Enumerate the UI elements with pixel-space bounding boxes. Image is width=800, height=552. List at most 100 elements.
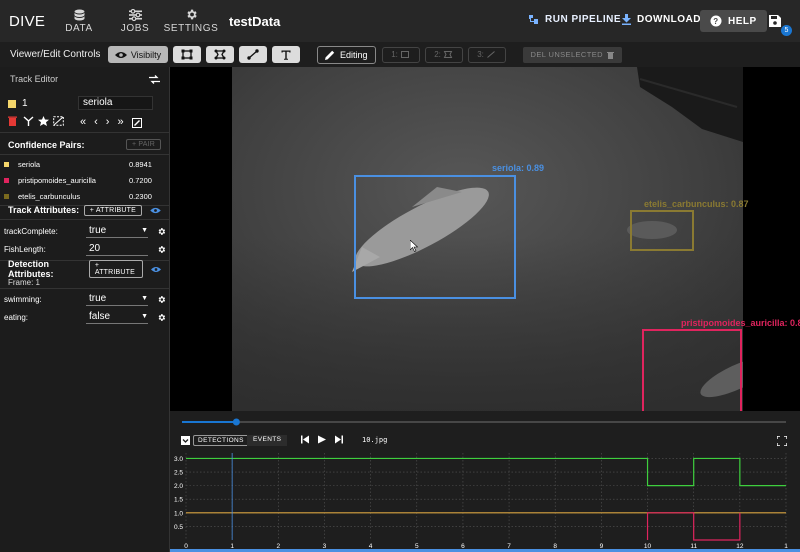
detection-attr-name: eating: — [4, 312, 29, 322]
frame-indicator: Frame: 1 — [8, 278, 41, 287]
first-frame-icon[interactable]: « — [80, 116, 86, 128]
text-icon — [281, 50, 291, 60]
y-tick-label: 1.5 — [174, 497, 183, 504]
download-icon — [622, 14, 631, 25]
gear-icon — [186, 9, 197, 20]
x-tick-label: 6 — [461, 543, 465, 550]
fish-length-input[interactable]: 20 — [86, 242, 148, 256]
nav-jobs-label: JOBS — [120, 22, 150, 34]
pair-name: etelis_carbunculus — [18, 191, 81, 201]
mouse-cursor-icon — [410, 240, 419, 252]
pair-color-swatch — [4, 177, 9, 183]
skip-back-icon[interactable] — [301, 435, 309, 444]
mode-line-button[interactable]: 3: — [467, 46, 506, 63]
nav-settings-button[interactable]: SETTINGS — [163, 0, 219, 42]
track-id: 1 — [22, 98, 28, 109]
last-frame-icon[interactable]: » — [117, 116, 123, 128]
trash-icon — [606, 51, 614, 59]
eye-icon[interactable] — [150, 207, 161, 214]
toggle-polygon-button[interactable] — [206, 46, 234, 63]
track-editor-title: Track Editor — [10, 74, 59, 84]
nav-data-button[interactable]: DATA — [51, 0, 107, 42]
play-icon[interactable] — [318, 435, 326, 444]
confidence-pair-row[interactable]: seriola 0.8941 — [4, 157, 154, 171]
detection-box-pristipomoides[interactable] — [642, 329, 742, 411]
frame-slider[interactable] — [170, 411, 800, 431]
eye-icon[interactable] — [150, 266, 162, 273]
collapse-timeline-icon[interactable] — [181, 436, 190, 445]
previous-frame-icon[interactable]: ‹ — [94, 116, 98, 128]
help-button[interactable]: ? HELP — [700, 10, 767, 32]
line-icon — [487, 51, 495, 58]
track-editor-panel: Track Editor 1 seriola « ‹ › » Confidenc… — [0, 67, 170, 552]
nav-jobs-button[interactable]: JOBS — [107, 0, 163, 42]
track-type-input[interactable]: seriola — [78, 96, 153, 110]
x-tick-label: 8 — [553, 543, 557, 550]
x-tick-label: 9 — [600, 543, 604, 550]
gear-icon[interactable] — [157, 245, 166, 254]
split-icon[interactable] — [23, 116, 34, 126]
dive-app: DIVE DATA JOBS SETTINGS testData RUN PIP… — [0, 0, 800, 552]
nav-data-label: DATA — [65, 22, 93, 34]
editing-toggle-button[interactable]: Editing — [317, 45, 376, 64]
tab-events[interactable]: EVENTS — [247, 435, 288, 446]
run-pipeline-button[interactable]: RUN PIPELINE — [528, 14, 621, 25]
confidence-pair-row[interactable]: pristipomoides_auricilla 0.7200 — [4, 173, 154, 187]
rectangle-icon — [181, 49, 193, 60]
detection-timeline-chart[interactable]: 3.02.52.01.51.00.50 1 2 3 4 5 6 7 8 9 10 11 12 1 — [170, 449, 800, 552]
mode-polygon-label: 2: — [434, 50, 441, 59]
run-pipeline-label: RUN PIPELINE — [545, 14, 622, 25]
select-area-icon[interactable] — [53, 116, 64, 126]
swap-icon[interactable] — [149, 74, 160, 84]
gear-icon[interactable] — [157, 227, 166, 236]
tab-detections[interactable]: DETECTIONS — [193, 435, 249, 446]
track-complete-select[interactable]: true ▼ — [86, 224, 148, 238]
detection-box-etelis[interactable] — [630, 210, 694, 251]
add-track-attribute-button[interactable]: + ATTRIBUTE — [83, 204, 142, 216]
svg-text:?: ? — [713, 17, 718, 26]
eating-select[interactable]: false ▼ — [86, 310, 148, 324]
unsaved-count-badge: 5 — [781, 25, 792, 36]
toggle-line-button[interactable] — [239, 46, 267, 63]
viewer-letterbox-right — [743, 67, 800, 411]
toggle-rectangle-button[interactable] — [173, 46, 201, 63]
pair-color-swatch — [4, 161, 9, 167]
track-attr-name: trackComplete: — [4, 226, 58, 236]
confidence-pair-row[interactable]: etelis_carbunculus 0.2300 — [4, 189, 154, 203]
save-button[interactable] — [769, 14, 781, 32]
add-pair-button[interactable]: + PAIR — [125, 139, 161, 150]
delete-track-icon[interactable] — [8, 116, 17, 126]
x-tick-label: 4 — [369, 543, 373, 550]
skip-forward-icon[interactable] — [335, 435, 343, 444]
database-icon — [74, 9, 84, 20]
mode-rectangle-label: 1: — [391, 50, 398, 59]
add-detection-attribute-button[interactable]: + ATTRIBUTE — [88, 260, 143, 278]
edit-box-icon[interactable] — [131, 117, 142, 128]
fullscreen-icon[interactable] — [777, 436, 787, 446]
download-button[interactable]: DOWNLOAD — [622, 14, 701, 25]
viewer-letterbox-left — [170, 67, 232, 411]
pair-color-swatch — [4, 193, 9, 199]
track-attributes-title: Track Attributes: — [8, 205, 80, 215]
next-frame-icon[interactable]: › — [106, 116, 110, 128]
nav-settings-label: SETTINGS — [163, 23, 219, 34]
x-tick-label: 0 — [184, 543, 188, 550]
star-icon[interactable] — [38, 116, 49, 126]
frame-slider-thumb[interactable] — [232, 418, 240, 426]
toggle-text-button[interactable] — [272, 46, 300, 63]
mode-rectangle-button[interactable]: 1: — [381, 46, 420, 63]
track-attr-name: FishLength: — [4, 244, 46, 254]
x-tick-label: 1 — [784, 543, 788, 550]
swimming-select[interactable]: true ▼ — [86, 292, 148, 306]
delete-unselected-button[interactable]: DEL UNSELECTED — [522, 46, 622, 63]
detection-box-seriola[interactable] — [354, 175, 516, 299]
gear-icon[interactable] — [157, 313, 166, 322]
download-label: DOWNLOAD — [637, 14, 701, 25]
y-tick-label: 2.5 — [174, 470, 183, 477]
gear-icon[interactable] — [157, 295, 166, 304]
mode-polygon-button[interactable]: 2: — [424, 46, 463, 63]
visibility-button[interactable]: Visibilty — [108, 46, 168, 63]
editing-label: Editing — [340, 49, 368, 60]
x-tick-label: 2 — [276, 543, 280, 550]
detection-label-seriola: seriola: 0.89 — [492, 163, 545, 173]
